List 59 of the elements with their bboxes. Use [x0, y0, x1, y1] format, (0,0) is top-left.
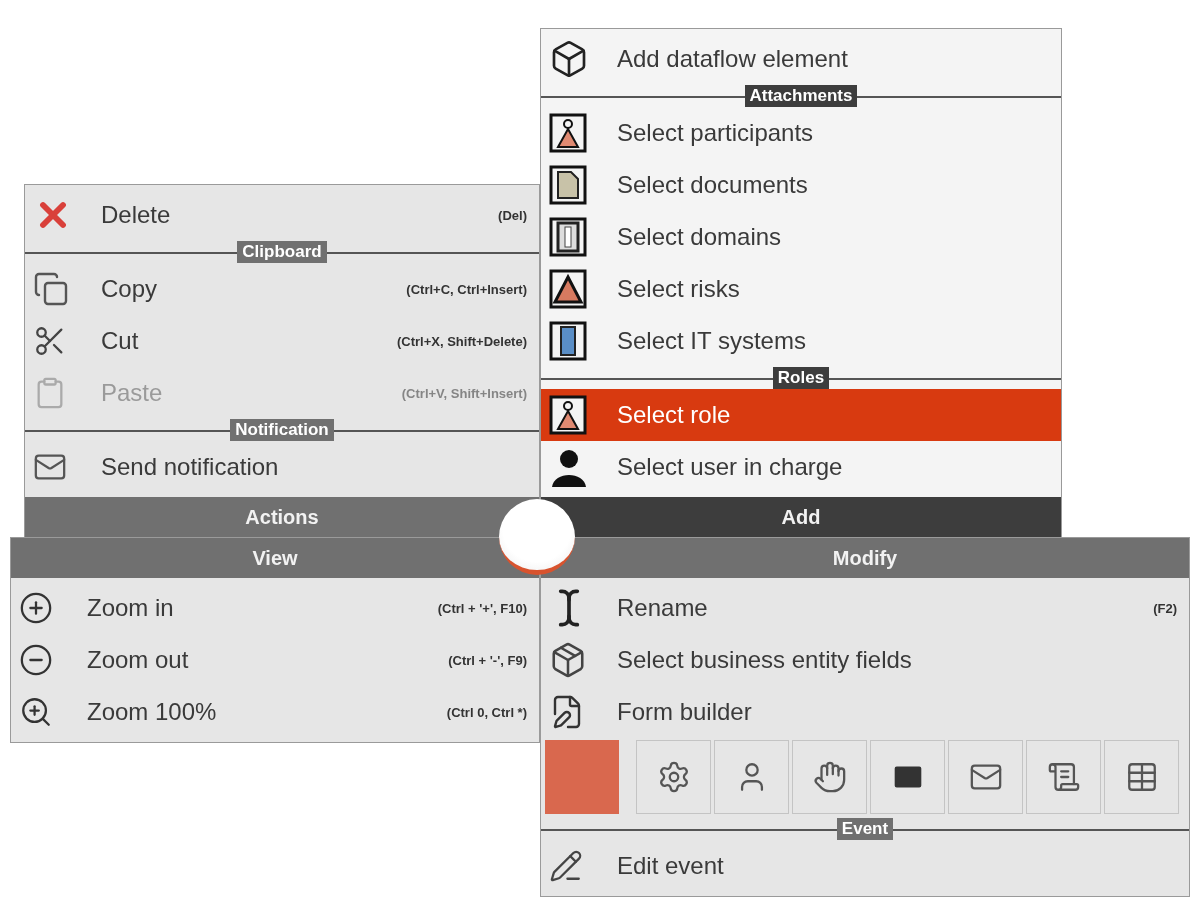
person-icon [549, 113, 587, 153]
menu-item[interactable]: Select IT systems [541, 315, 1061, 367]
user-icon [549, 447, 589, 487]
menu-item[interactable]: Select risks [541, 263, 1061, 315]
menu-item[interactable]: Send notification [25, 441, 539, 493]
event-type-tile[interactable] [1026, 740, 1101, 814]
section-label: Notification [230, 419, 334, 441]
shortcut-label: (Ctrl + '+', F10) [437, 600, 527, 616]
event-type-tile[interactable] [1104, 740, 1179, 814]
menu-item[interactable]: Copy (Ctrl+C, Ctrl+Insert) [25, 263, 539, 315]
shortcut-label: (Ctrl+C, Ctrl+Insert) [406, 281, 527, 297]
menu-item[interactable]: Zoom out (Ctrl + '-', F9) [11, 634, 539, 686]
scroll-icon [1046, 760, 1081, 794]
menu-item[interactable]: Select participants [541, 107, 1061, 159]
menu-item[interactable]: Cut (Ctrl+X, Shift+Delete) [25, 315, 539, 367]
zoom-out-icon [19, 643, 53, 677]
section-header: Actions [25, 497, 539, 537]
event-type-tile[interactable] [948, 740, 1023, 814]
event-type-tile[interactable] [636, 740, 711, 814]
shortcut-label: (Ctrl+V, Shift+Insert) [401, 385, 527, 401]
menu-item[interactable]: Select role [541, 389, 1061, 441]
menu-item[interactable]: Delete (Del) [25, 189, 539, 241]
menu-item[interactable]: Add dataflow element [541, 33, 1061, 85]
server-icon [549, 321, 587, 361]
shortcut-label: (F2) [1153, 600, 1177, 616]
hand-icon [812, 760, 847, 794]
zoom-in-icon [19, 591, 53, 625]
section-label: Attachments [744, 85, 858, 107]
menu-item[interactable]: Rename (F2) [541, 582, 1189, 634]
section-header: Modify [541, 538, 1189, 578]
section-label: Clipboard [237, 241, 327, 263]
warning-icon [549, 269, 587, 309]
menu-item[interactable]: Select user in charge [541, 441, 1061, 493]
menu-item[interactable]: Form builder [541, 686, 1189, 738]
pencil-icon [549, 849, 583, 883]
menu-item[interactable]: Zoom 100% (Ctrl 0, Ctrl *) [11, 686, 539, 738]
zoom-icon [19, 695, 53, 729]
shortcut-label: (Ctrl + '-', F9) [448, 652, 527, 668]
document-icon [549, 165, 587, 205]
menu-item[interactable]: Select domains [541, 211, 1061, 263]
event-type-tile[interactable] [792, 740, 867, 814]
shortcut-label: (Ctrl 0, Ctrl *) [446, 704, 527, 720]
menu-item[interactable]: Zoom in (Ctrl + '+', F10) [11, 582, 539, 634]
copy-icon [33, 271, 69, 307]
section-header: View [11, 538, 539, 578]
color-swatch[interactable] [545, 740, 619, 814]
menu-item[interactable]: Edit event [541, 840, 1189, 892]
menu-item[interactable]: Select documents [541, 159, 1061, 211]
event-type-tile[interactable] [714, 740, 789, 814]
menu-item[interactable]: Select business entity fields [541, 634, 1189, 686]
shortcut-label: (Del) [498, 207, 527, 223]
cube-icon [549, 641, 587, 679]
section-label: Roles [772, 367, 830, 389]
shortcut-label: (Ctrl+X, Shift+Delete) [396, 333, 527, 349]
section-label: Event [836, 818, 894, 840]
event-type-tile[interactable] [870, 740, 945, 814]
person-icon [549, 395, 587, 435]
section-header: Add [541, 497, 1061, 537]
binder-icon [549, 217, 587, 257]
